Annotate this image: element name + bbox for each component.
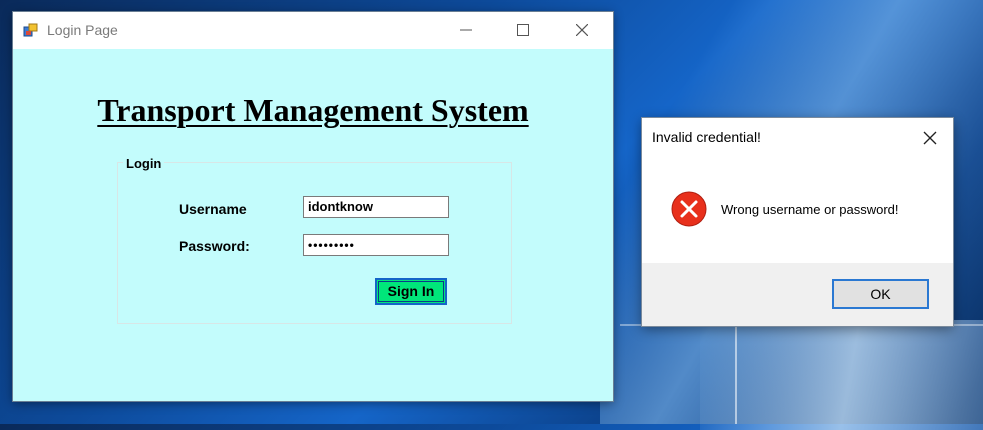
- username-label: Username: [179, 201, 247, 217]
- login-window: Login Page Transport Management System L…: [13, 12, 613, 401]
- login-window-title: Login Page: [47, 22, 118, 38]
- app-icon: [23, 22, 39, 38]
- error-icon: [671, 191, 707, 227]
- desktop-light-beam-lower: [700, 320, 983, 430]
- maximize-button[interactable]: [500, 12, 546, 49]
- close-button[interactable]: [559, 12, 605, 49]
- desktop-window-pane-line: [735, 325, 737, 424]
- error-dialog: Invalid credential! Wrong username or pa…: [642, 118, 953, 326]
- sign-in-button[interactable]: Sign In: [375, 278, 447, 305]
- password-label: Password:: [179, 238, 250, 254]
- page-title: Transport Management System: [97, 92, 529, 128]
- close-icon: [923, 131, 937, 145]
- minimize-button[interactable]: [443, 12, 489, 49]
- password-input[interactable]: •••••••••: [303, 234, 449, 256]
- close-icon: [576, 24, 588, 36]
- dialog-title: Invalid credential!: [652, 129, 761, 145]
- ok-button[interactable]: OK: [832, 279, 929, 309]
- dialog-message: Wrong username or password!: [721, 202, 899, 217]
- login-group-label: Login: [123, 156, 165, 171]
- username-input[interactable]: idontknow: [303, 196, 449, 218]
- dialog-footer: OK: [642, 263, 953, 326]
- login-window-titlebar[interactable]: Login Page: [13, 12, 613, 49]
- maximize-icon: [517, 24, 529, 36]
- minimize-icon: [460, 29, 472, 31]
- dialog-close-button[interactable]: [922, 130, 938, 146]
